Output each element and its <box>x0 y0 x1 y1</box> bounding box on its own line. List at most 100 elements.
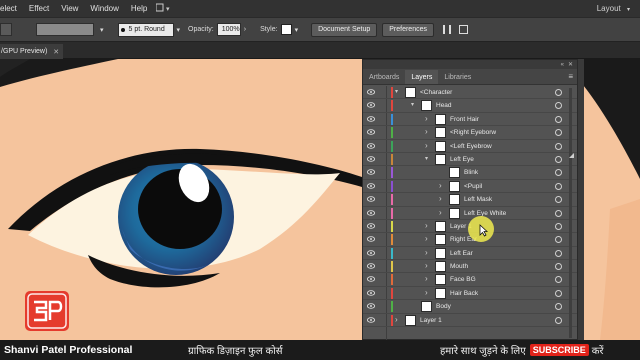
subscribe-button[interactable]: SUBSCRIBE <box>529 344 589 356</box>
course-title: ग्राफिक डिज़ाइन फुल कोर्स <box>188 346 283 357</box>
eye-icon[interactable] <box>367 129 375 135</box>
menu-window[interactable]: Window <box>84 4 124 13</box>
chevron-down-icon[interactable]: ▾ <box>395 88 398 95</box>
layer-row[interactable]: Blink <box>363 166 577 180</box>
tab-artboards[interactable]: Artboards <box>363 70 405 84</box>
menu-help[interactable]: Help <box>125 4 153 13</box>
layer-target-icon[interactable] <box>555 249 562 257</box>
layer-row[interactable]: › Face BG <box>363 273 577 287</box>
layers-scrollbar[interactable] <box>568 88 573 338</box>
opacity-field[interactable]: 100% <box>216 23 241 36</box>
eye-icon[interactable] <box>367 182 375 189</box>
menu-effect[interactable]: Effect <box>23 4 55 13</box>
layer-row[interactable]: ▾ Head <box>363 99 577 113</box>
layer-target-icon[interactable] <box>555 182 562 190</box>
layer-row[interactable]: › Front Hair <box>363 113 577 127</box>
layer-row[interactable]: ▾ Left Eye <box>363 153 577 167</box>
chevron-right-icon[interactable]: › <box>425 221 428 230</box>
brand-name: Shanvi Patel Professional <box>4 344 133 356</box>
chevron-right-icon[interactable]: › <box>425 114 428 123</box>
workspace-switcher[interactable]: Layout ▾ <box>597 4 640 13</box>
eye-icon[interactable] <box>367 316 375 323</box>
eye-icon[interactable] <box>367 142 375 149</box>
chevron-right-icon[interactable]: › <box>425 141 428 150</box>
document-tab[interactable]: /GPU Preview) ✕ <box>0 44 63 59</box>
layer-target-icon[interactable] <box>555 115 562 123</box>
layer-target-icon[interactable] <box>555 236 562 244</box>
menu-select[interactable]: elect <box>0 4 23 13</box>
eye-icon[interactable] <box>367 290 375 296</box>
chevron-down-icon[interactable]: ▾ <box>295 26 299 34</box>
layer-row[interactable]: › Left Mask <box>363 193 577 207</box>
eye-icon[interactable] <box>367 276 375 283</box>
menu-view[interactable]: View <box>55 4 84 13</box>
layer-row[interactable]: › <Pupil <box>363 180 577 194</box>
eye-icon[interactable] <box>367 89 375 95</box>
eye-icon[interactable] <box>367 102 375 109</box>
transform-icon[interactable] <box>459 25 468 34</box>
chevron-down-icon[interactable]: ▾ <box>100 26 104 34</box>
eye-icon[interactable] <box>367 169 375 176</box>
menu-extra[interactable]: ▾ <box>153 3 177 14</box>
chevron-right-icon[interactable]: › <box>425 288 428 297</box>
chevron-right-icon[interactable]: › <box>425 261 428 270</box>
layer-target-icon[interactable] <box>555 316 562 324</box>
layer-target-icon[interactable] <box>555 169 562 177</box>
eye-icon[interactable] <box>367 303 375 309</box>
eye-icon[interactable] <box>367 236 375 243</box>
chevron-right-icon[interactable]: › <box>244 26 246 33</box>
eye-icon[interactable] <box>367 249 375 256</box>
brush-select[interactable]: 5 pt. Round <box>117 22 174 37</box>
align-icon[interactable] <box>443 25 451 34</box>
layer-target-icon[interactable] <box>555 289 562 297</box>
eye-icon[interactable] <box>367 223 375 229</box>
layer-row[interactable]: › Mouth <box>363 260 577 274</box>
layer-target-icon[interactable] <box>555 303 562 311</box>
style-swatch[interactable] <box>280 24 292 35</box>
chevron-right-icon[interactable]: › <box>425 248 428 257</box>
layer-target-icon[interactable] <box>555 196 562 204</box>
layer-row[interactable]: › Left Ear <box>363 247 577 261</box>
layer-target-icon[interactable] <box>555 209 562 217</box>
collapse-icon[interactable]: « <box>561 62 564 68</box>
layer-row[interactable]: › Hair Back <box>363 287 577 301</box>
layer-target-icon[interactable] <box>555 142 562 150</box>
eye-icon[interactable] <box>367 196 375 202</box>
tab-libraries[interactable]: Libraries <box>438 70 477 84</box>
layer-target-icon[interactable] <box>555 89 562 96</box>
chevron-down-icon[interactable]: ▾ <box>411 101 414 108</box>
layer-target-icon[interactable] <box>555 276 562 284</box>
preferences-button[interactable]: Preferences <box>382 22 434 37</box>
chevron-right-icon[interactable]: › <box>425 127 428 136</box>
stroke-profile-field[interactable] <box>36 23 94 36</box>
chevron-right-icon[interactable]: › <box>425 274 428 283</box>
tab-layers[interactable]: Layers <box>405 70 439 84</box>
eye-icon[interactable] <box>367 263 375 269</box>
layer-target-icon[interactable] <box>555 155 562 163</box>
layer-row[interactable]: › <Left Eyebrow <box>363 140 577 153</box>
layer-row[interactable]: › Layer 1 <box>363 314 577 328</box>
close-icon[interactable]: ✕ <box>53 48 59 56</box>
chevron-right-icon[interactable]: › <box>425 234 428 243</box>
chevron-right-icon[interactable]: › <box>439 208 442 217</box>
document-setup-button[interactable]: Document Setup <box>311 22 378 37</box>
eye-icon[interactable] <box>367 116 375 122</box>
layer-row[interactable]: Body <box>363 300 577 314</box>
stroke-weight-field[interactable] <box>0 23 12 36</box>
skin-edge-right <box>600 199 640 340</box>
close-icon[interactable]: ✕ <box>568 61 573 68</box>
layer-row[interactable]: › <Right Eyeborw <box>363 126 577 140</box>
chevron-right-icon[interactable]: › <box>439 181 442 190</box>
panel-menu-icon[interactable]: ≡ <box>568 72 573 81</box>
layer-target-icon[interactable] <box>555 102 562 110</box>
layer-target-icon[interactable] <box>555 263 562 271</box>
eye-icon[interactable] <box>367 156 375 162</box>
chevron-right-icon[interactable]: › <box>439 194 442 203</box>
chevron-down-icon[interactable]: ▾ <box>425 155 428 162</box>
layer-target-icon[interactable] <box>555 129 562 137</box>
chevron-right-icon[interactable]: › <box>395 315 398 324</box>
layer-row[interactable]: ▾ <Character <box>363 86 577 100</box>
layer-target-icon[interactable] <box>555 222 562 230</box>
chevron-down-icon[interactable]: ▾ <box>177 26 181 34</box>
eye-icon[interactable] <box>367 209 375 216</box>
